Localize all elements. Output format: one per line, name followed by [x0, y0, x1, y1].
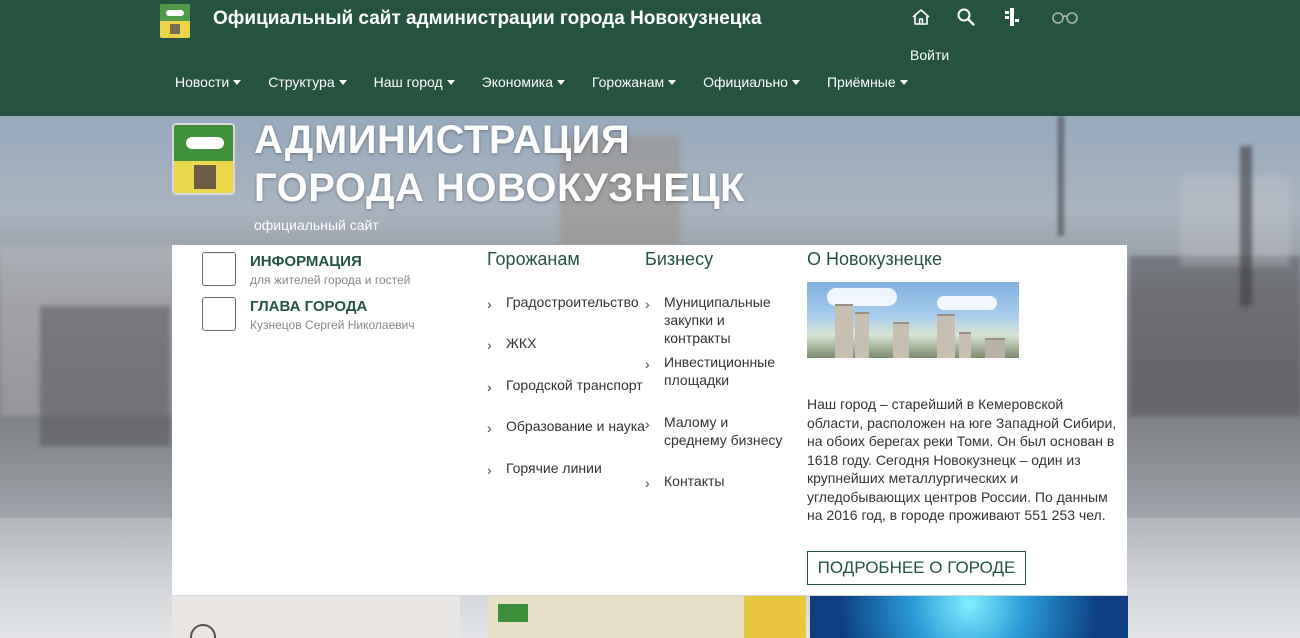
city-emblem-small-icon[interactable] [160, 4, 190, 38]
menu-item-citizens[interactable]: Горожанам [592, 74, 677, 90]
business-link[interactable]: › Малому и среднему бизнесу [645, 413, 793, 449]
citizens-link[interactable]: › Образование и наука [487, 417, 647, 436]
info-link[interactable]: ИНФОРМАЦИЯ для жителей города и гостей [202, 252, 410, 287]
caret-down-icon [791, 79, 800, 85]
business-link[interactable]: › Муниципальные закупки и контракты [645, 293, 793, 347]
caret-down-icon [899, 79, 908, 85]
hero-title: АДМИНИСТРАЦИЯ ГОРОДА НОВОКУЗНЕЦК [254, 118, 746, 210]
chevron-right-icon: › [487, 296, 492, 312]
citizens-link[interactable]: › Городской транспорт [487, 376, 647, 395]
chevron-right-icon: › [487, 462, 492, 478]
menu-item-structure[interactable]: Структура [268, 74, 347, 90]
caret-down-icon [556, 79, 565, 85]
info-box-icon [202, 252, 236, 286]
header-bar: Официальный сайт администрации города Но… [0, 0, 1300, 116]
banner-logo-icon [498, 604, 528, 622]
menu-item-receptions[interactable]: Приёмные [827, 74, 908, 90]
city-emblem-icon [172, 123, 235, 195]
seal-icon [190, 624, 216, 638]
chevron-right-icon: › [645, 356, 650, 372]
city-photo[interactable] [807, 282, 1019, 358]
about-heading: О Новокузнецке [807, 249, 943, 269]
main-menu: Новости Структура Наш город Экономика Го… [175, 74, 935, 90]
hero-subtitle: официальный сайт [254, 217, 379, 233]
search-icon[interactable] [954, 6, 978, 28]
chevron-right-icon: › [645, 475, 650, 491]
chevron-right-icon: › [487, 420, 492, 436]
chevron-right-icon: › [645, 416, 650, 432]
citizens-link[interactable]: › ЖКХ [487, 334, 647, 353]
news-card[interactable] [172, 596, 460, 638]
menu-item-economy[interactable]: Экономика [482, 74, 565, 90]
glasses-icon[interactable] [1050, 6, 1080, 28]
chevron-right-icon: › [487, 337, 492, 353]
site-title[interactable]: Официальный сайт администрации города Но… [213, 8, 762, 30]
citizens-link[interactable]: › Градостроительство [487, 293, 647, 312]
chevron-right-icon: › [487, 379, 492, 395]
sitemap-icon[interactable] [1000, 6, 1024, 28]
menu-item-news[interactable]: Новости [175, 74, 242, 90]
caret-down-icon [338, 79, 347, 85]
head-of-city-link[interactable]: ГЛАВА ГОРОДА Кузнецов Сергей Николаевич [202, 297, 415, 332]
caret-down-icon [233, 79, 242, 85]
news-card[interactable] [810, 596, 1128, 638]
menu-item-official[interactable]: Официально [703, 74, 800, 90]
menu-item-our-city[interactable]: Наш город [374, 74, 455, 90]
caret-down-icon [668, 79, 677, 85]
head-box-icon [202, 297, 236, 331]
info-panel: ИНФОРМАЦИЯ для жителей города и гостей Г… [172, 245, 1127, 595]
chevron-right-icon: › [645, 296, 650, 312]
login-link[interactable]: Войти [910, 47, 949, 63]
about-text: Наш город – старейший в Кемеровской обла… [807, 396, 1117, 523]
business-link[interactable]: › Контакты [645, 472, 793, 491]
more-about-city-button[interactable]: ПОДРОБНЕЕ О ГОРОДЕ [807, 551, 1026, 585]
business-heading: Бизнесу [645, 249, 714, 269]
home-icon[interactable] [909, 6, 933, 28]
news-card[interactable] [488, 596, 806, 638]
caret-down-icon [446, 79, 455, 85]
citizens-heading: Горожанам [487, 249, 580, 269]
business-link[interactable]: › Инвестиционные площадки [645, 353, 793, 389]
citizens-link[interactable]: › Горячие линии [487, 459, 647, 478]
